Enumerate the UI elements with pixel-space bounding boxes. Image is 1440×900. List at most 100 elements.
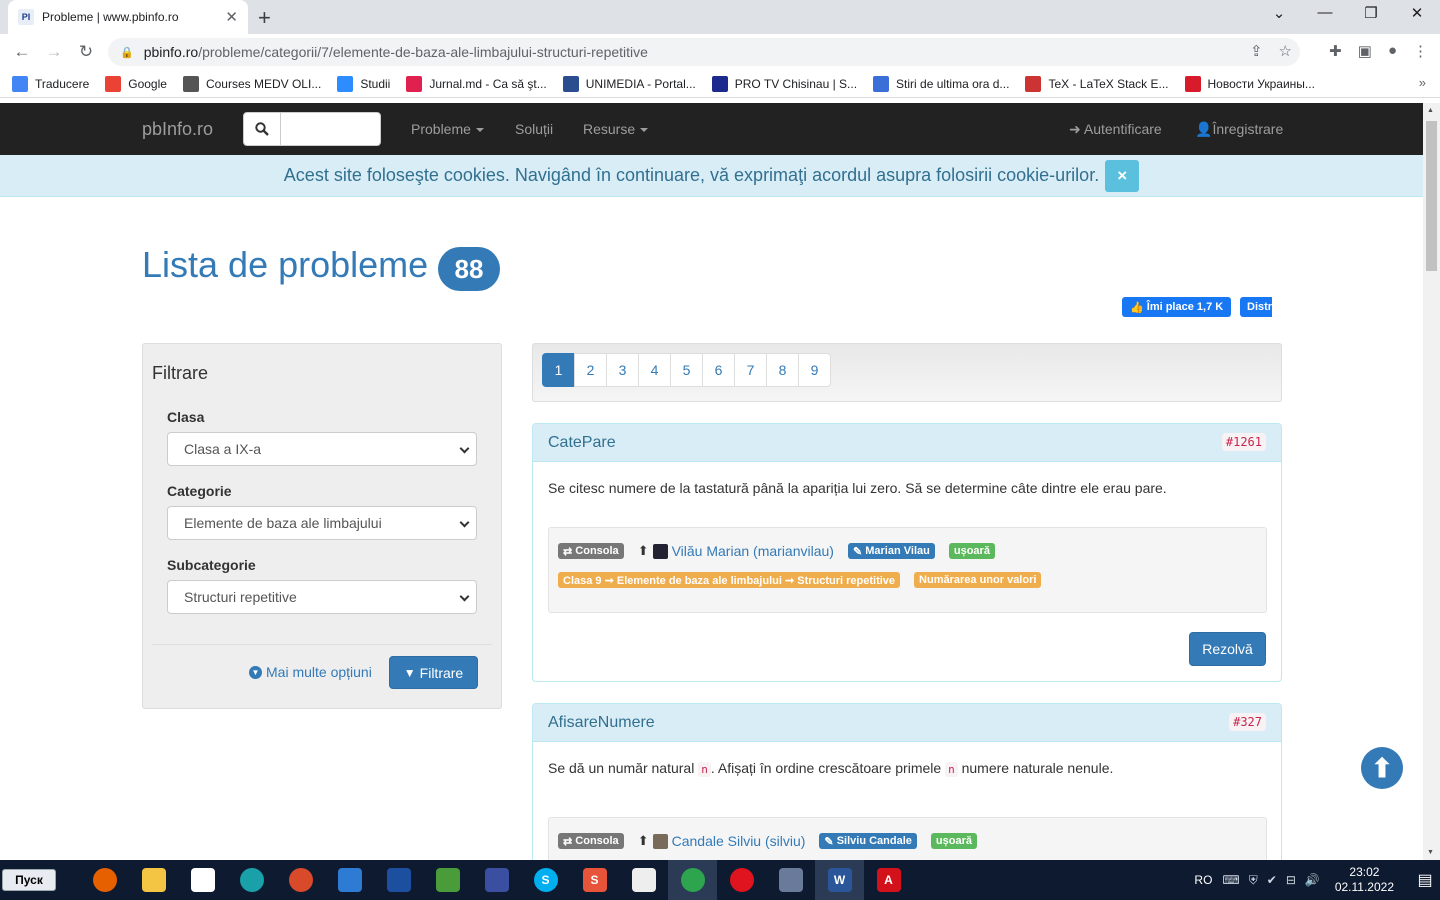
cookie-close-button[interactable]: × bbox=[1105, 159, 1140, 192]
categorie-select[interactable]: Elemente de baza ale limbajului bbox=[167, 506, 477, 540]
bookmarks-overflow-icon[interactable]: » bbox=[1419, 75, 1426, 90]
page-link[interactable]: 1 bbox=[542, 353, 575, 387]
page-link[interactable]: 6 bbox=[702, 353, 735, 387]
scroll-up-icon[interactable]: ▲ bbox=[1427, 107, 1434, 114]
ccleaner-icon[interactable] bbox=[276, 860, 325, 900]
firefox-icon[interactable] bbox=[80, 860, 129, 900]
side-panel-icon[interactable]: ▣ bbox=[1358, 42, 1372, 60]
search-icon[interactable] bbox=[243, 112, 281, 146]
site-search bbox=[243, 112, 381, 146]
problem-name-link[interactable]: AfisareNumere bbox=[548, 714, 655, 732]
extensions-icon[interactable]: ✚ bbox=[1329, 42, 1342, 60]
notes-icon[interactable] bbox=[619, 860, 668, 900]
clock[interactable]: 23:02 02.11.2022 bbox=[1335, 865, 1394, 895]
slides-icon[interactable]: S bbox=[570, 860, 619, 900]
author-link[interactable]: ⬆ Candale Silviu (silviu) bbox=[638, 833, 806, 849]
tab-search-icon[interactable]: ⌄ bbox=[1256, 4, 1302, 22]
page-link[interactable]: 2 bbox=[574, 353, 607, 387]
scroll-down-icon[interactable]: ▼ bbox=[1427, 849, 1434, 856]
shield-icon[interactable]: ⛨ bbox=[1249, 873, 1258, 888]
new-tab-icon[interactable]: + bbox=[258, 5, 271, 31]
bookmark-item[interactable]: TeX - LaTeX Stack E... bbox=[1025, 75, 1169, 92]
acrobat-icon[interactable]: A bbox=[864, 860, 913, 900]
tag-badge[interactable]: Numărarea unor valori bbox=[914, 572, 1042, 588]
store-icon[interactable] bbox=[178, 860, 227, 900]
problem-name-link[interactable]: CatePare bbox=[548, 434, 616, 452]
page-link[interactable]: 5 bbox=[670, 353, 703, 387]
author-link[interactable]: ⬆ Vilău Marian (marianvilau) bbox=[638, 543, 834, 559]
scroll-to-top-button[interactable]: ⬆ bbox=[1361, 747, 1403, 789]
minimize-icon[interactable]: — bbox=[1302, 4, 1348, 22]
funnel-icon: ▼ bbox=[403, 665, 416, 680]
bookmark-item[interactable]: Courses MEDV OLI... bbox=[182, 75, 321, 92]
page-link[interactable]: 4 bbox=[638, 353, 671, 387]
share-icon[interactable]: ⇪ bbox=[1250, 42, 1263, 60]
nav-register[interactable]: 👤Înregistrare bbox=[1195, 121, 1283, 138]
page-link[interactable]: 3 bbox=[606, 353, 639, 387]
back-icon[interactable]: ← bbox=[6, 42, 38, 62]
reload-icon[interactable]: ↻ bbox=[70, 42, 102, 62]
bookmark-item[interactable]: Studii bbox=[337, 75, 390, 92]
browser-tab[interactable]: PI Probleme | www.pbinfo.ro ✕ bbox=[8, 0, 248, 34]
clasa-select[interactable]: Clasa a IX-a bbox=[167, 432, 477, 466]
file-explorer-icon[interactable] bbox=[129, 860, 178, 900]
more-options-link[interactable]: ▼ Mai multe opțiuni bbox=[249, 664, 372, 680]
bookmark-item[interactable]: UNIMEDIA - Portal... bbox=[562, 75, 696, 92]
facebook-like-button[interactable]: 👍 Îmi place 1,7 K bbox=[1122, 297, 1232, 317]
start-button[interactable]: Пуск bbox=[2, 869, 56, 891]
category-badge[interactable]: Clasa 9 ➞ Elemente de baza ale limbajulu… bbox=[558, 572, 901, 588]
network-icon[interactable]: ⊟ bbox=[1286, 873, 1296, 887]
close-window-icon[interactable]: ✕ bbox=[1394, 4, 1440, 22]
checkmark-icon[interactable]: ✔ bbox=[1267, 873, 1277, 887]
nav-login-label: Autentificare bbox=[1083, 121, 1162, 137]
solve-button[interactable]: Rezolvă bbox=[1189, 632, 1266, 666]
forward-icon[interactable]: → bbox=[38, 42, 70, 62]
volume-icon[interactable]: 🔊 bbox=[1305, 873, 1320, 887]
type-badge: ⇄ Consola bbox=[558, 543, 624, 559]
author-name: Candale Silviu (silviu) bbox=[671, 833, 806, 849]
minecraft-icon[interactable] bbox=[423, 860, 472, 900]
bookmark-item[interactable]: Новости Украины... bbox=[1184, 75, 1315, 92]
installer-icon[interactable] bbox=[766, 860, 815, 900]
nav-login[interactable]: ➜ Autentificare bbox=[1069, 121, 1162, 138]
type-badge: ⇄ Consola bbox=[558, 833, 624, 849]
subcategorie-select[interactable]: Structuri repetitive bbox=[167, 580, 477, 614]
bookmark-item[interactable]: Jurnal.md - Ca să şt... bbox=[406, 75, 547, 92]
calculator-icon[interactable] bbox=[374, 860, 423, 900]
facebook-share-button[interactable]: Distr bbox=[1240, 297, 1272, 317]
notifications-icon[interactable]: ▤ bbox=[1410, 870, 1440, 890]
problem-card: AfisareNumere #327 Se dă un număr natura… bbox=[532, 703, 1282, 900]
close-tab-icon[interactable]: ✕ bbox=[225, 8, 238, 26]
search-input[interactable] bbox=[281, 112, 381, 146]
page-link[interactable]: 7 bbox=[734, 353, 767, 387]
page-link[interactable]: 8 bbox=[766, 353, 799, 387]
bookmark-label: Новости Украины... bbox=[1207, 76, 1315, 91]
language-indicator[interactable]: RO bbox=[1194, 873, 1212, 887]
bookmark-item[interactable]: PRO TV Chisinau | S... bbox=[711, 75, 857, 92]
page-link[interactable]: 9 bbox=[798, 353, 831, 387]
filter-submit-button[interactable]: ▼ Filtrare bbox=[389, 656, 478, 689]
mail-icon[interactable] bbox=[325, 860, 374, 900]
edge-icon[interactable] bbox=[227, 860, 276, 900]
nav-probleme[interactable]: Probleme bbox=[411, 121, 484, 137]
opera-icon[interactable] bbox=[717, 860, 766, 900]
nav-resurse[interactable]: Resurse bbox=[583, 121, 649, 137]
site-brand[interactable]: pbInfo.ro bbox=[142, 119, 213, 140]
url-bar[interactable]: 🔒 pbinfo.ro/probleme/categorii/7/element… bbox=[108, 38, 1300, 66]
bookmark-item[interactable]: Google bbox=[105, 75, 167, 92]
browser-menu-icon[interactable]: ⋮ bbox=[1413, 42, 1428, 60]
profile-icon[interactable]: ● bbox=[1388, 42, 1397, 60]
nav-solutii[interactable]: Soluții bbox=[515, 121, 553, 137]
bookmark-item[interactable]: Stiri de ultima ora d... bbox=[873, 75, 1009, 92]
bookmark-item[interactable]: Traducere bbox=[12, 75, 89, 92]
lock-icon[interactable]: 🔒 bbox=[120, 46, 134, 59]
bookmark-star-icon[interactable]: ☆ bbox=[1279, 42, 1292, 60]
scrollbar-thumb[interactable] bbox=[1426, 121, 1437, 271]
save-icon[interactable] bbox=[472, 860, 521, 900]
word-icon[interactable]: W bbox=[815, 860, 864, 900]
skype-icon[interactable]: S bbox=[521, 860, 570, 900]
page-scrollbar[interactable]: ▲ ▼ bbox=[1423, 103, 1440, 860]
restore-icon[interactable]: ❐ bbox=[1348, 4, 1394, 22]
keyboard-icon[interactable]: ⌨ bbox=[1222, 873, 1239, 887]
chrome-icon[interactable] bbox=[668, 860, 717, 900]
